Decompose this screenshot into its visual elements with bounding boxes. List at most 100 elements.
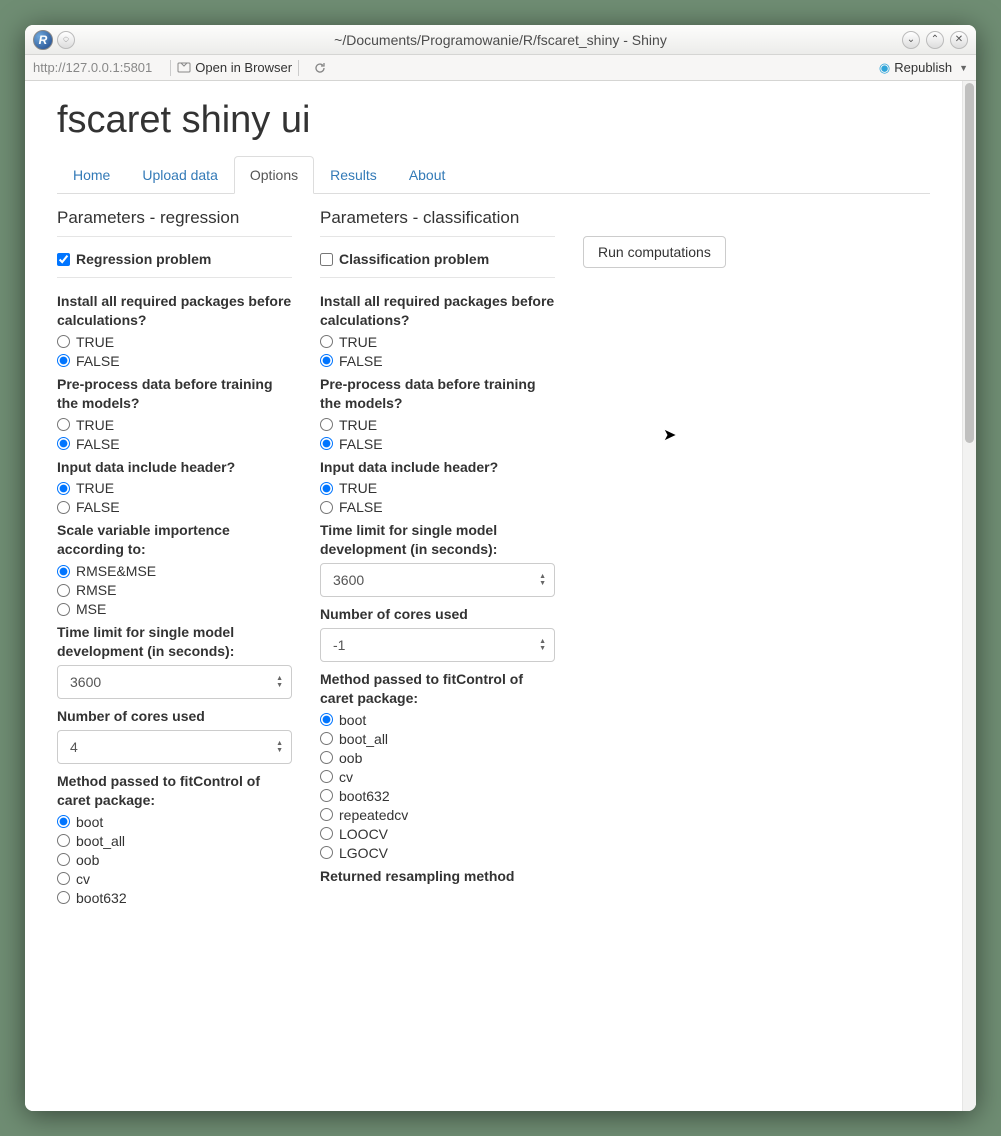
cls-cores-value: -1 <box>333 637 345 653</box>
radio-label: FALSE <box>76 436 120 452</box>
radio-label: TRUE <box>76 417 114 433</box>
reg-preprocess-false[interactable] <box>57 437 70 450</box>
reg-scale-rmse[interactable] <box>57 584 70 597</box>
radio-label: boot <box>339 712 366 728</box>
reg-method-cv[interactable] <box>57 872 70 885</box>
radio-label: RMSE&MSE <box>76 563 156 579</box>
app-window: R ◌ ~/Documents/Programowanie/R/fscaret_… <box>25 25 976 1111</box>
radio-label: boot632 <box>76 890 127 906</box>
cls-method-oob[interactable] <box>320 751 333 764</box>
run-computations-button[interactable]: Run computations <box>583 236 726 268</box>
cls-method-loocv[interactable] <box>320 827 333 840</box>
close-button[interactable]: ✕ <box>950 31 968 49</box>
tab-upload[interactable]: Upload data <box>126 156 234 194</box>
hr <box>57 277 292 278</box>
reg-install-false[interactable] <box>57 354 70 367</box>
refresh-button[interactable] <box>313 61 327 75</box>
maximize-button[interactable]: ⌃ <box>926 31 944 49</box>
radio-label: oob <box>76 852 99 868</box>
radio-label: oob <box>339 750 362 766</box>
cls-preprocess-false[interactable] <box>320 437 333 450</box>
spinner-icon[interactable]: ▲▼ <box>276 675 283 689</box>
cls-install-false[interactable] <box>320 354 333 367</box>
cls-method-repeatedcv[interactable] <box>320 808 333 821</box>
window-title: ~/Documents/Programowanie/R/fscaret_shin… <box>25 32 976 48</box>
classification-problem-checkbox[interactable] <box>320 253 333 266</box>
tab-results[interactable]: Results <box>314 156 393 194</box>
tab-options[interactable]: Options <box>234 156 314 194</box>
cls-header-false[interactable] <box>320 501 333 514</box>
radio-label: TRUE <box>76 480 114 496</box>
tab-home[interactable]: Home <box>57 156 126 194</box>
reg-timelimit-input[interactable]: 3600 ▲▼ <box>57 665 292 699</box>
radio-label: FALSE <box>339 499 383 515</box>
hr <box>57 236 292 237</box>
radio-label: TRUE <box>339 480 377 496</box>
radio-label: cv <box>76 871 90 887</box>
radio-label: repeatedcv <box>339 807 408 823</box>
scroll-thumb[interactable] <box>965 83 974 443</box>
radio-label: TRUE <box>339 334 377 350</box>
spinner-icon[interactable]: ▲▼ <box>276 740 283 754</box>
reg-scale-rmsemse[interactable] <box>57 565 70 578</box>
open-browser-label: Open in Browser <box>195 60 292 75</box>
regression-problem-label: Regression problem <box>76 251 211 267</box>
reg-header-label: Input data include header? <box>57 458 292 477</box>
cls-preprocess-label: Pre-process data before training the mod… <box>320 375 555 413</box>
reg-timelimit-value: 3600 <box>70 674 101 690</box>
open-in-browser-button[interactable]: Open in Browser <box>177 60 292 75</box>
classification-problem-label: Classification problem <box>339 251 489 267</box>
cls-method-bootall[interactable] <box>320 732 333 745</box>
reg-header-false[interactable] <box>57 501 70 514</box>
cls-method-lgocv[interactable] <box>320 846 333 859</box>
classification-title: Parameters - classification <box>320 208 555 228</box>
radio-label: TRUE <box>339 417 377 433</box>
cls-method-boot[interactable] <box>320 713 333 726</box>
scroll-region[interactable]: fscaret shiny ui Home Upload data Option… <box>25 81 962 1111</box>
cls-method-boot632[interactable] <box>320 789 333 802</box>
minimize-button[interactable]: ⌄ <box>902 31 920 49</box>
r-app-icon: R <box>33 30 53 50</box>
reg-scale-mse[interactable] <box>57 603 70 616</box>
spinner-icon[interactable]: ▲▼ <box>539 573 546 587</box>
browser-icon <box>177 61 191 75</box>
reg-method-bootall[interactable] <box>57 834 70 847</box>
reg-method-label: Method passed to fitControl of caret pac… <box>57 772 292 810</box>
radio-label: FALSE <box>76 353 120 369</box>
cls-method-cv[interactable] <box>320 770 333 783</box>
vertical-scrollbar[interactable] <box>962 81 976 1111</box>
regression-panel: Parameters - regression Regression probl… <box>57 208 292 909</box>
radio-label: boot632 <box>339 788 390 804</box>
radio-label: boot <box>76 814 103 830</box>
spinner-icon[interactable]: ▲▼ <box>539 638 546 652</box>
action-panel: Run computations <box>583 208 930 909</box>
republish-button[interactable]: ◉ Republish ▼ <box>879 60 968 76</box>
reg-header-true[interactable] <box>57 482 70 495</box>
url-display: http://127.0.0.1:5801 <box>33 60 152 75</box>
cls-install-true[interactable] <box>320 335 333 348</box>
chevron-down-icon: ▼ <box>959 63 968 73</box>
reg-cores-input[interactable]: 4 ▲▼ <box>57 730 292 764</box>
reg-method-oob[interactable] <box>57 853 70 866</box>
reg-preprocess-true[interactable] <box>57 418 70 431</box>
radio-label: RMSE <box>76 582 116 598</box>
tab-about[interactable]: About <box>393 156 462 194</box>
cls-install-label: Install all required packages before cal… <box>320 292 555 330</box>
radio-label: FALSE <box>339 353 383 369</box>
reg-install-label: Install all required packages before cal… <box>57 292 292 330</box>
page-title: fscaret shiny ui <box>57 99 930 142</box>
titlebar: R ◌ ~/Documents/Programowanie/R/fscaret_… <box>25 25 976 55</box>
toolbar-divider <box>170 60 171 76</box>
republish-icon: ◉ <box>879 60 890 76</box>
cls-preprocess-true[interactable] <box>320 418 333 431</box>
titlebar-secondary-icon: ◌ <box>57 31 75 49</box>
cls-header-true[interactable] <box>320 482 333 495</box>
cls-cores-input[interactable]: -1 ▲▼ <box>320 628 555 662</box>
reg-install-true[interactable] <box>57 335 70 348</box>
regression-problem-checkbox[interactable] <box>57 253 70 266</box>
regression-title: Parameters - regression <box>57 208 292 228</box>
cls-timelimit-input[interactable]: 3600 ▲▼ <box>320 563 555 597</box>
reg-method-boot[interactable] <box>57 815 70 828</box>
radio-label: LGOCV <box>339 845 388 861</box>
reg-method-boot632[interactable] <box>57 891 70 904</box>
